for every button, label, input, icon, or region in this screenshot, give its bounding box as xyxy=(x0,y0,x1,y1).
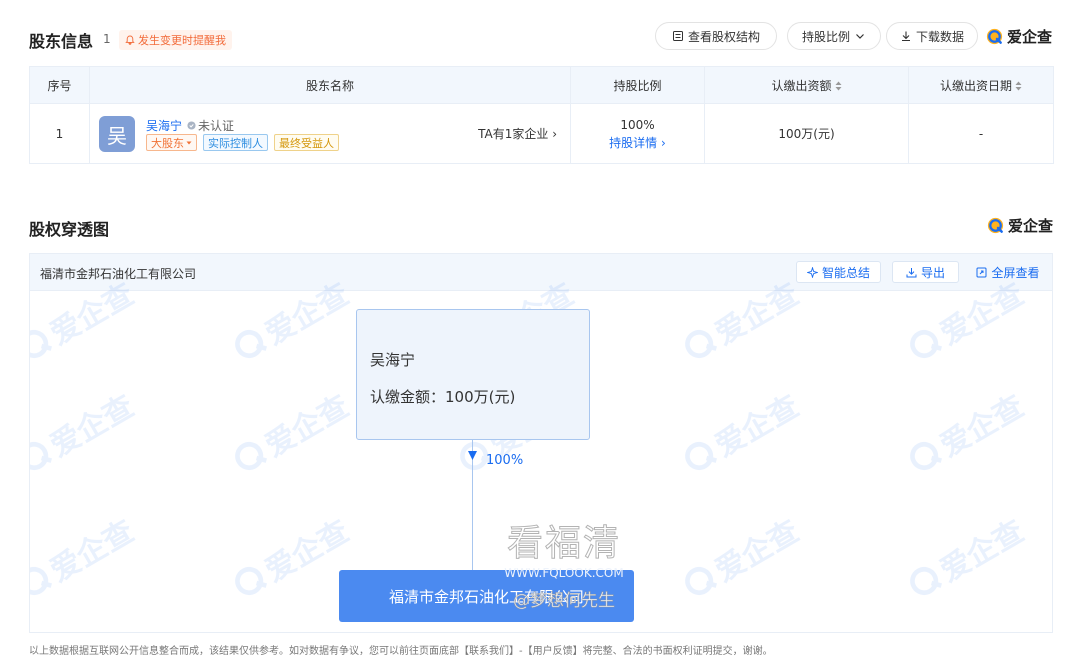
watermark: 爱企查 xyxy=(30,507,140,609)
unverified-icon xyxy=(187,121,196,130)
watermark: 爱企查 xyxy=(898,507,1031,609)
watermark-text: 爱企查 xyxy=(709,513,805,590)
caret-down-icon xyxy=(186,141,192,144)
column-header-ratio: 持股比例 xyxy=(570,66,705,104)
view-equity-structure-button[interactable]: 查看股权结构 xyxy=(655,22,777,50)
sparkle-icon xyxy=(806,266,818,278)
holder-tags: 大股东 实际控制人 最终受益人 xyxy=(146,134,339,151)
download-data-label: 下载数据 xyxy=(915,29,964,44)
watermark-text: 爱企查 xyxy=(709,388,805,465)
column-header-date-label: 认缴出资日期 xyxy=(939,78,1012,93)
watermark: 爱企查 xyxy=(223,507,356,609)
watermark: 爱企查 xyxy=(30,382,140,484)
column-header-index: 序号 xyxy=(29,66,90,104)
tag-ultimate-beneficiary: 最终受益人 xyxy=(274,134,339,151)
aiqicha-logo: 爱企查 xyxy=(985,26,1052,47)
ratio-detail-link[interactable]: 持股详情 › xyxy=(571,134,704,152)
tag-actual-controller: 实际控制人 xyxy=(203,134,268,151)
aiqicha-logo-text: 爱企查 xyxy=(1007,28,1053,46)
aiqicha-q-icon xyxy=(987,217,1004,234)
holder-cell: 吴 吴海宁 未认证 大股东 实际控制人 最终受益人 TA有1家企业 › xyxy=(89,103,571,164)
aiqicha-q-icon xyxy=(986,28,1003,45)
column-header-amount[interactable]: 认缴出资额 xyxy=(704,66,909,104)
column-header-date[interactable]: 认缴出资日期 xyxy=(908,66,1054,104)
smart-summary-label: 智能总结 xyxy=(821,265,870,280)
ratio-detail-label: 持股详情 xyxy=(609,135,658,150)
disclaimer-footnote: 以上数据根据互联网公开信息整合而成，该结果仅供参考。如对数据有争议，您可以前往页… xyxy=(29,646,773,657)
shareholder-node-name: 吴海宁 xyxy=(370,351,416,369)
watermark-text: 爱企查 xyxy=(44,513,140,590)
table-header-row: 序号 股东名称 持股比例 认缴出资额 认缴出资日期 xyxy=(29,66,1054,104)
aiqicha-logo: 爱企查 xyxy=(986,215,1053,236)
shareholders-table: 序号 股东名称 持股比例 认缴出资额 认缴出资日期 1 吴 吴海宁 未认证 大股… xyxy=(29,66,1054,164)
amount-cell: 100万(元) xyxy=(704,103,909,164)
shareholding-ratio-label: 持股比例 xyxy=(801,29,850,44)
watermark-text: 爱企查 xyxy=(44,388,140,465)
view-equity-structure-label: 查看股权结构 xyxy=(687,29,760,44)
table-row: 1 吴 吴海宁 未认证 大股东 实际控制人 最终受益人 TA有1家企业 › 10… xyxy=(29,103,1054,164)
section-title-shareholders: 股东信息 xyxy=(29,32,94,51)
watermark-text: 爱企查 xyxy=(934,388,1030,465)
watermark-text: 爱企查 xyxy=(934,513,1030,590)
edge-ratio-label: 100% xyxy=(486,453,524,468)
section-title-penetration: 股权穿透图 xyxy=(29,220,110,239)
tag-major-shareholder[interactable]: 大股东 xyxy=(146,134,197,151)
ratio-cell: 100% 持股详情 › xyxy=(570,103,705,164)
holder-name-link[interactable]: 吴海宁 xyxy=(146,117,182,134)
column-header-name: 股东名称 xyxy=(89,66,571,104)
change-reminder-label: 发生变更时提醒我 xyxy=(138,34,226,47)
watermark: 爱企查 xyxy=(223,382,356,484)
export-icon xyxy=(906,267,917,277)
shareholder-count: 1 xyxy=(103,32,111,46)
avatar: 吴 xyxy=(99,116,135,152)
export-button[interactable]: 导出 xyxy=(892,261,959,283)
holder-companies-link[interactable]: TA有1家企业 › xyxy=(478,125,557,142)
structure-icon xyxy=(672,31,683,41)
verification-status: 未认证 xyxy=(187,117,234,134)
arrow-down-icon xyxy=(468,451,477,460)
export-label: 导出 xyxy=(920,265,945,280)
shareholders-header: 股东信息 1 发生变更时提醒我 查看股权结构 持股比例 下载数据 爱企查 xyxy=(29,22,1055,56)
shareholder-node-amount: 认缴金额：100万(元) xyxy=(370,388,516,406)
bell-icon xyxy=(125,35,135,45)
watermark: 爱企查 xyxy=(898,382,1031,484)
watermark-text: 爱企查 xyxy=(259,388,355,465)
smart-summary-button[interactable]: 智能总结 xyxy=(796,261,881,283)
row-index: 1 xyxy=(29,103,90,164)
equity-penetration-chart: 福清市金邦石油化工有限公司 智能总结 导出 全屏查看 爱企查 爱企查 爱企查 爱… xyxy=(29,253,1053,633)
sort-icon xyxy=(835,81,841,90)
tag-major-shareholder-label: 大股东 xyxy=(151,136,184,150)
watermark: 爱企查 xyxy=(673,507,806,609)
download-icon xyxy=(901,31,910,42)
change-reminder-button[interactable]: 发生变更时提醒我 xyxy=(119,30,232,50)
fullscreen-icon xyxy=(976,267,987,277)
chevron-down-icon xyxy=(856,34,864,39)
sort-icon xyxy=(1015,81,1022,90)
holder-companies-label: TA有1家企业 xyxy=(478,127,549,141)
shareholding-ratio-dropdown[interactable]: 持股比例 xyxy=(787,22,881,50)
ratio-value: 100% xyxy=(620,117,655,132)
chevron-right-icon: › xyxy=(661,135,666,150)
holder-name-row: 吴海宁 未认证 xyxy=(146,117,234,134)
date-cell: - xyxy=(908,103,1054,164)
download-data-button[interactable]: 下载数据 xyxy=(886,22,978,50)
shareholder-node[interactable]: 吴海宁 认缴金额：100万(元) xyxy=(356,309,590,440)
watermark: 爱企查 xyxy=(673,382,806,484)
column-header-amount-label: 认缴出资额 xyxy=(771,78,832,93)
chevron-right-icon: › xyxy=(552,127,557,141)
verification-status-label: 未认证 xyxy=(198,119,235,133)
company-node[interactable]: 福清市金邦石油化工有限公司 xyxy=(339,570,634,622)
aiqicha-logo-text: 爱企查 xyxy=(1008,217,1054,235)
